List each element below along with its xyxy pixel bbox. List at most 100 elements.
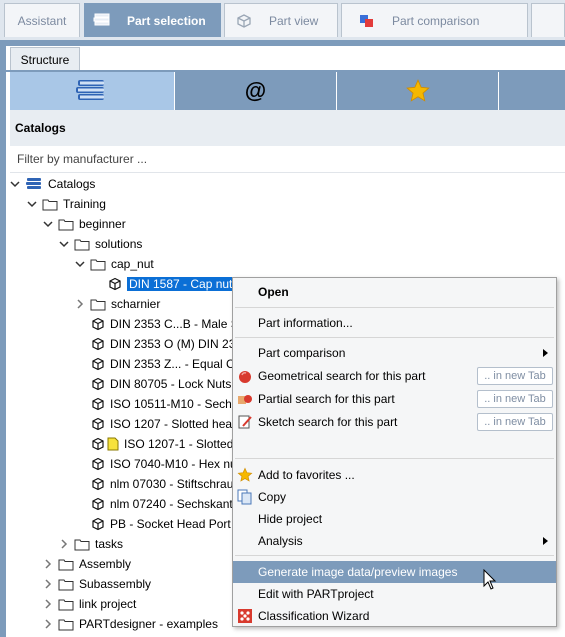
at-mode-button[interactable]: @ [175, 72, 336, 110]
favorites-star-icon [405, 79, 430, 102]
manufacturer-filter[interactable]: Filter by manufacturer ... [10, 146, 565, 173]
tab-overflow[interactable] [531, 3, 565, 37]
part-cube-icon [92, 417, 104, 431]
chevron-right-icon[interactable] [42, 618, 54, 630]
tab-assistant[interactable]: Assistant [4, 3, 80, 37]
menu-label: Generate image data/preview images [258, 565, 458, 579]
chevron-right-icon[interactable] [42, 558, 54, 570]
tree-node-assembly[interactable]: Assembly [42, 554, 131, 574]
menu-label: Part comparison [258, 346, 346, 360]
menu-label: Analysis [258, 534, 303, 548]
menu-open[interactable]: Open [233, 281, 556, 303]
tab-assistant-label: Assistant [17, 13, 67, 28]
partial-search-icon [238, 395, 252, 404]
tree-label: Catalogs [48, 177, 96, 191]
tab-structure[interactable]: Structure [10, 47, 80, 71]
tree-label: ISO 10511-M10 - Sechs [110, 397, 238, 411]
tree-node-part[interactable]: nlm 07240 - Sechskant [91, 494, 233, 514]
tree-node-part[interactable]: ISO 7040-M10 - Hex nu [91, 454, 237, 474]
menu-label: Classification Wizard [258, 609, 370, 623]
classification-wizard-icon [238, 609, 252, 623]
new-tab-label: .. in new Tab [484, 393, 546, 405]
folder-icon [58, 619, 74, 630]
chevron-down-icon[interactable] [9, 178, 21, 190]
tree-label: Training [63, 197, 106, 211]
menu-add-to-favorites[interactable]: Add to favorites ... [233, 464, 556, 486]
chevron-down-icon[interactable] [58, 238, 70, 250]
menu-generate-image-data[interactable]: Generate image data/preview images [233, 561, 556, 583]
tree-node-link-project[interactable]: link project [42, 594, 136, 614]
context-menu: Open Part information... Part comparison… [232, 277, 557, 627]
tree-node-subassembly[interactable]: Subassembly [42, 574, 151, 594]
partial-search-new-tab-button[interactable]: .. in new Tab [477, 390, 553, 408]
menu-label: Hide project [258, 512, 323, 526]
chevron-down-icon[interactable] [74, 258, 86, 270]
sketch-search-new-tab-button[interactable]: .. in new Tab [477, 413, 553, 431]
tree-node-selected-part[interactable]: DIN 1587 - Cap nut [108, 274, 235, 294]
tree-node-partdesigner[interactable]: PARTdesigner - examples [42, 614, 218, 634]
menu-edit-with-partproject[interactable]: Edit with PARTproject [233, 583, 556, 605]
menu-label: Add to favorites ... [258, 468, 355, 482]
books-icon [93, 13, 110, 26]
menu-label: Partial search for this part [258, 392, 395, 406]
catalog-books-icon [76, 80, 104, 100]
menu-classification-wizard[interactable]: Classification Wizard [233, 605, 556, 627]
tree-label: link project [79, 597, 137, 611]
catalog-mode-button[interactable] [10, 72, 174, 110]
tree-node-catalogs[interactable]: Catalogs [9, 174, 95, 194]
menu-label: Geometrical search for this part [258, 369, 426, 383]
geometrical-search-new-tab-button[interactable]: .. in new Tab [477, 367, 553, 385]
folder-icon [90, 299, 106, 310]
at-sign-icon: @ [244, 78, 267, 103]
folder-icon [42, 199, 58, 210]
folder-icon [74, 239, 90, 250]
chevron-right-icon[interactable] [42, 598, 54, 610]
chevron-right-icon[interactable] [74, 298, 86, 310]
chevron-right-icon[interactable] [42, 578, 54, 590]
tab-part-view[interactable]: Part view [224, 3, 338, 37]
tree-node-part[interactable]: nlm 07030 - Stiftschrau [91, 474, 233, 494]
tree-node-cap-nut[interactable]: cap_nut [74, 254, 154, 274]
part-cube-icon [92, 357, 104, 371]
menu-part-information[interactable]: Part information... [233, 312, 556, 334]
tree-node-scharnier[interactable]: scharnier [74, 294, 160, 314]
menu-open-label: Open [258, 285, 289, 299]
tree-node-solutions[interactable]: solutions [58, 234, 142, 254]
geometrical-search-icon [239, 371, 251, 383]
tree-node-part[interactable]: DIN 2353 O (M) DIN 23 [91, 334, 235, 354]
manufacturer-filter-placeholder: Filter by manufacturer ... [17, 152, 148, 166]
menu-part-comparison[interactable]: Part comparison [233, 342, 556, 364]
tree-label: PB - Socket Head Port [110, 517, 231, 531]
tree-node-part[interactable]: DIN 2353 Z... - Equal Co [91, 354, 241, 374]
favorites-mode-button[interactable] [337, 72, 498, 110]
tree-node-part[interactable]: ISO 10511-M10 - Sechs [91, 394, 238, 414]
tree-node-part[interactable]: ISO 1207 - Slotted head [91, 414, 239, 434]
new-tab-label: .. in new Tab [484, 416, 546, 428]
tab-part-selection[interactable]: Part selection [84, 3, 221, 37]
menu-analysis[interactable]: Analysis [233, 530, 556, 552]
chevron-down-icon[interactable] [42, 218, 54, 230]
menu-hide-project[interactable]: Hide project [233, 508, 556, 530]
chevron-down-icon[interactable] [26, 198, 38, 210]
tree-node-part[interactable]: ISO 1207-1 - Slotted [91, 434, 233, 454]
chevron-right-icon[interactable] [58, 538, 70, 550]
tree-node-part[interactable]: DIN 80705 - Lock Nuts [91, 374, 231, 394]
tab-part-comparison[interactable]: Part comparison [341, 3, 528, 37]
catalogs-header-label: Catalogs [15, 121, 66, 135]
tree-label: Subassembly [79, 577, 152, 591]
catalogs-header: Catalogs [10, 110, 565, 146]
part-cube-icon [92, 397, 104, 411]
submenu-arrow-icon [543, 537, 548, 545]
tree-node-training[interactable]: Training [26, 194, 106, 214]
more-mode-button[interactable] [499, 72, 565, 110]
tree-label: solutions [95, 237, 143, 251]
tree-node-part[interactable]: PB - Socket Head Port [91, 514, 231, 534]
menu-separator [235, 555, 554, 556]
folder-icon [90, 259, 106, 270]
menu-copy[interactable]: Copy [233, 486, 556, 508]
tree-node-beginner[interactable]: beginner [42, 214, 126, 234]
tree-node-tasks[interactable]: tasks [58, 534, 123, 554]
tree-label: nlm 07030 - Stiftschrau [110, 477, 234, 491]
tree-node-part[interactable]: DIN 2353 C...B - Male S [91, 314, 239, 334]
tree-label: DIN 2353 O (M) DIN 23 [110, 337, 236, 351]
